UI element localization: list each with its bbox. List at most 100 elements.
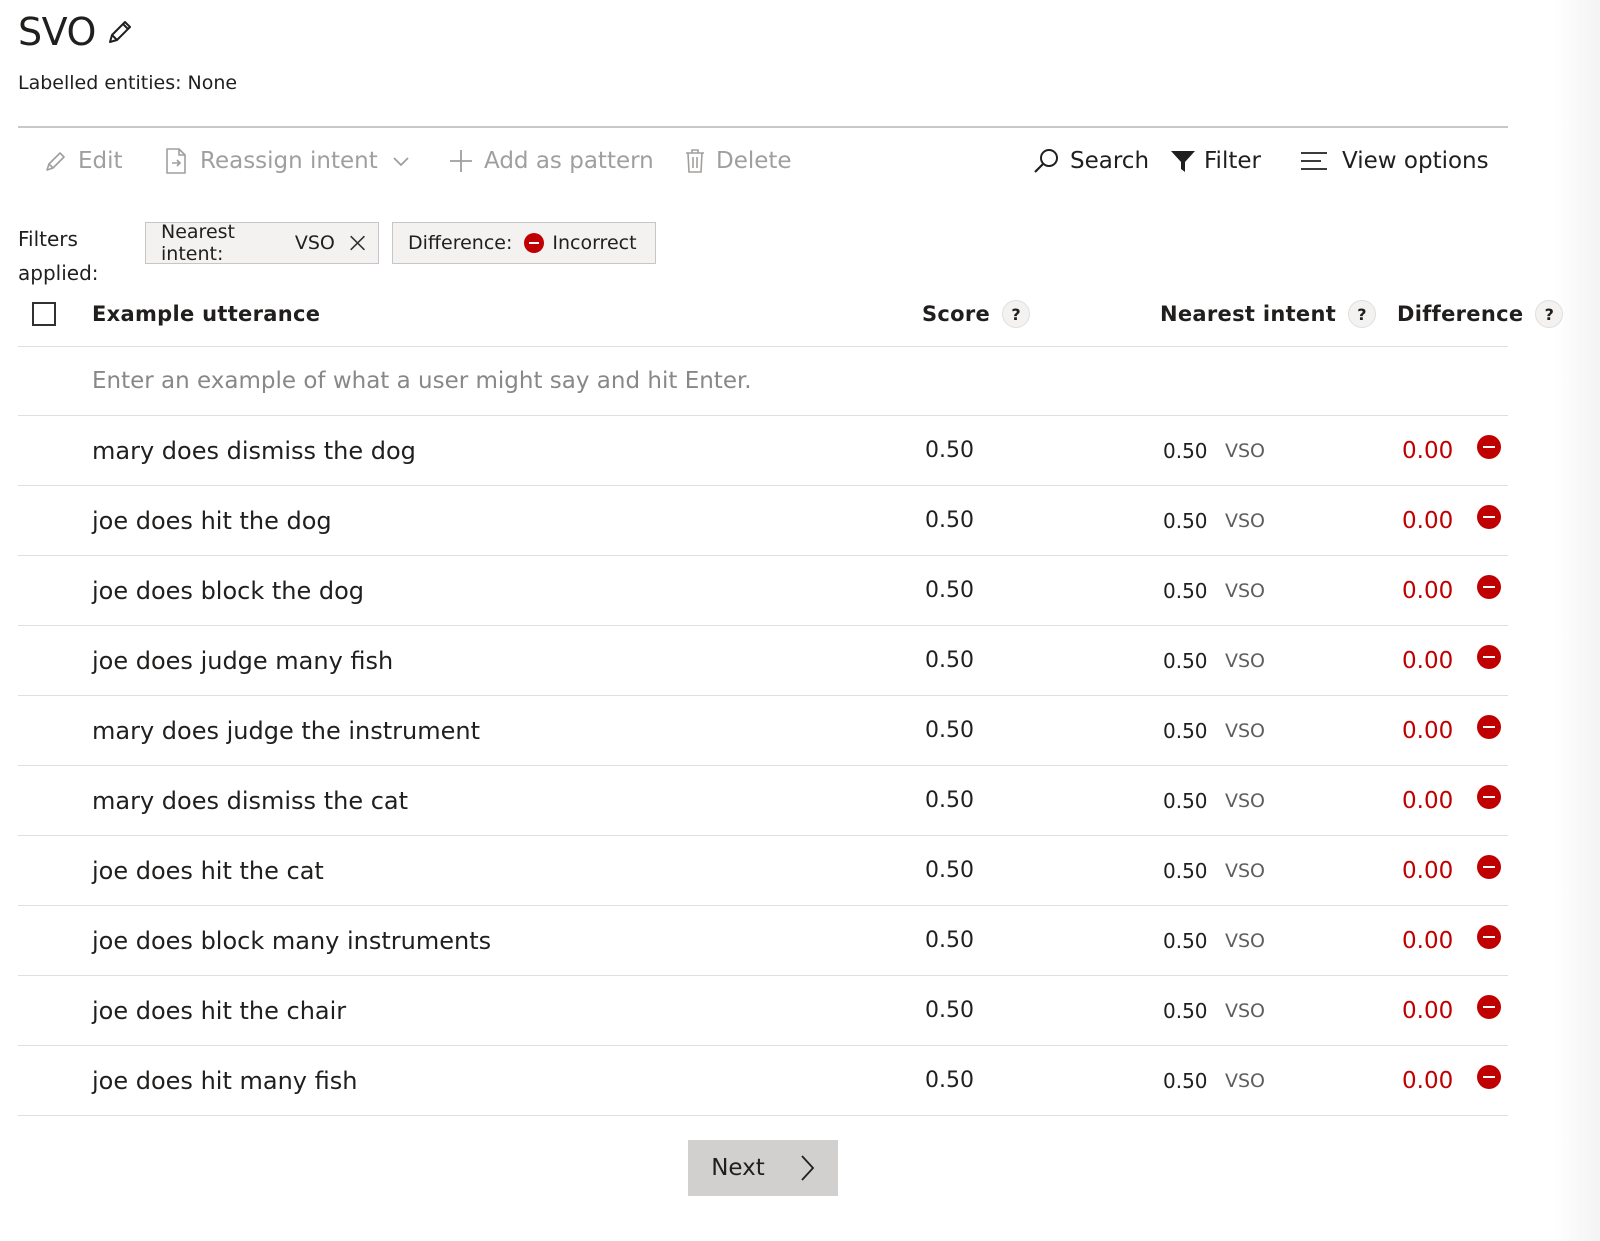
incorrect-icon xyxy=(1477,854,1501,879)
difference-value: 0.00 xyxy=(1402,507,1454,534)
score-value: 0.50 xyxy=(925,718,974,743)
incorrect-icon-cell xyxy=(1477,486,1501,555)
filters-applied-label: Filters applied: xyxy=(18,222,128,290)
utterance-text[interactable]: joe does block the dog xyxy=(92,556,364,625)
chip-value-wrap: Incorrect xyxy=(524,232,637,254)
incorrect-icon-cell xyxy=(1477,1046,1501,1115)
page-title: SVO xyxy=(18,10,96,54)
help-icon[interactable]: ? xyxy=(1002,300,1031,328)
utterance-text[interactable]: joe does judge many fish xyxy=(92,626,393,695)
incorrect-icon xyxy=(1477,574,1501,599)
difference-value: 0.00 xyxy=(1402,927,1454,954)
help-icon[interactable]: ? xyxy=(1348,300,1377,328)
table-row[interactable]: joe does block the dog 0.50 0.50 VSO 0.0… xyxy=(18,556,1508,626)
table-row[interactable]: joe does hit the chair 0.50 0.50 VSO 0.0… xyxy=(18,976,1508,1046)
table-row[interactable]: mary does judge the instrument 0.50 0.50… xyxy=(18,696,1508,766)
column-header-utterance[interactable]: Example utterance xyxy=(92,302,320,326)
utterance-input-row xyxy=(18,347,1508,416)
next-page-button[interactable]: Next xyxy=(688,1140,838,1196)
view-options-button[interactable]: View options xyxy=(1300,136,1489,186)
utterance-text[interactable]: joe does hit the dog xyxy=(92,486,332,555)
delete-button[interactable]: Delete xyxy=(684,136,792,186)
incorrect-icon xyxy=(1477,644,1501,669)
score-value: 0.50 xyxy=(925,788,974,813)
score-value: 0.50 xyxy=(925,928,974,953)
nearest-score-value: 0.50 xyxy=(1163,858,1208,883)
command-bar: Edit Reassign intent Add as pattern Dele… xyxy=(18,136,1508,186)
difference-value: 0.00 xyxy=(1402,857,1454,884)
filters-label-line1: Filters xyxy=(18,227,78,251)
chip-key: Difference: xyxy=(408,232,513,254)
table-row[interactable]: joe does judge many fish 0.50 0.50 VSO 0… xyxy=(18,626,1508,696)
pencil-icon[interactable] xyxy=(106,18,134,46)
chip-value: VSO xyxy=(294,232,335,254)
pencil-icon xyxy=(46,152,65,171)
utterance-text[interactable]: joe does hit the chair xyxy=(92,976,346,1045)
table-header: Example utterance Score ? Nearest intent… xyxy=(18,290,1564,347)
header-label: Score xyxy=(922,302,991,326)
table-row[interactable]: joe does hit the cat 0.50 0.50 VSO 0.00 xyxy=(18,836,1508,906)
nearest-score-value: 0.50 xyxy=(1163,928,1208,953)
incorrect-icon xyxy=(1477,994,1501,1019)
score-value: 0.50 xyxy=(925,508,974,533)
utterance-text[interactable]: mary does judge the instrument xyxy=(92,696,480,765)
incorrect-icon-cell xyxy=(1477,766,1501,835)
reassign-intent-button[interactable]: Reassign intent xyxy=(164,136,410,186)
column-header-score[interactable]: Score ? xyxy=(922,300,1031,328)
help-icon[interactable]: ? xyxy=(1535,300,1564,328)
incorrect-icon-cell xyxy=(1477,906,1501,975)
table-row[interactable]: joe does block many instruments 0.50 0.5… xyxy=(18,906,1508,976)
utterance-text[interactable]: joe does block many instruments xyxy=(92,906,491,975)
incorrect-icon-cell xyxy=(1477,976,1501,1045)
table-row[interactable]: mary does dismiss the cat 0.50 0.50 VSO … xyxy=(18,766,1508,836)
score-value: 0.50 xyxy=(925,438,974,463)
table-row[interactable]: joe does hit many fish 0.50 0.50 VSO 0.0… xyxy=(18,1046,1508,1116)
column-header-difference[interactable]: Difference ? xyxy=(1397,300,1564,328)
next-label: Next xyxy=(711,1155,765,1181)
table-row[interactable]: mary does dismiss the dog 0.50 0.50 VSO … xyxy=(18,416,1508,486)
filter-chip-difference: Difference: Incorrect xyxy=(392,222,656,264)
incorrect-icon xyxy=(1477,924,1501,949)
nearest-intent-value: VSO xyxy=(1225,999,1266,1022)
score-value: 0.50 xyxy=(925,578,974,603)
add-as-pattern-button[interactable]: Add as pattern xyxy=(448,136,654,186)
plus-icon xyxy=(450,150,472,172)
nearest-intent-value: VSO xyxy=(1225,649,1266,672)
filter-label: Filter xyxy=(1204,148,1261,174)
scrollbar-track[interactable] xyxy=(1555,0,1600,1241)
view-options-icon xyxy=(1301,152,1327,170)
nearest-score-value: 0.50 xyxy=(1163,718,1208,743)
utterance-text[interactable]: joe does hit many fish xyxy=(92,1046,357,1115)
close-icon[interactable] xyxy=(349,233,366,253)
labelled-entities: Labelled entities: None xyxy=(18,72,238,94)
utterance-text[interactable]: mary does dismiss the dog xyxy=(92,416,416,485)
score-value: 0.50 xyxy=(925,1068,974,1093)
nearest-intent-value: VSO xyxy=(1225,929,1266,952)
nearest-intent-value: VSO xyxy=(1225,439,1266,462)
incorrect-icon-cell xyxy=(1477,696,1501,765)
nearest-score-value: 0.50 xyxy=(1163,1068,1208,1093)
incorrect-icon xyxy=(1477,504,1501,529)
edit-button[interactable]: Edit xyxy=(44,136,123,186)
utterance-input[interactable] xyxy=(92,361,1092,401)
nearest-intent-value: VSO xyxy=(1225,719,1266,742)
select-all-checkbox[interactable] xyxy=(32,302,56,326)
column-header-nearest-intent[interactable]: Nearest intent ? xyxy=(1160,300,1377,328)
title-row: SVO xyxy=(18,8,134,56)
reassign-label: Reassign intent xyxy=(200,148,378,174)
table-row[interactable]: joe does hit the dog 0.50 0.50 VSO 0.00 xyxy=(18,486,1508,556)
incorrect-icon xyxy=(1477,1064,1501,1089)
filter-icon xyxy=(1171,151,1195,172)
filter-button[interactable]: Filter xyxy=(1170,136,1261,186)
score-value: 0.50 xyxy=(925,648,974,673)
chevron-right-icon xyxy=(801,1155,815,1181)
nearest-score-value: 0.50 xyxy=(1163,578,1208,603)
edit-label: Edit xyxy=(78,148,123,174)
nearest-score-value: 0.50 xyxy=(1163,508,1208,533)
utterance-text[interactable]: mary does dismiss the cat xyxy=(92,766,408,835)
utterance-text[interactable]: joe does hit the cat xyxy=(92,836,324,905)
add-pattern-label: Add as pattern xyxy=(484,148,654,174)
view-options-label: View options xyxy=(1342,148,1489,174)
score-value: 0.50 xyxy=(925,998,974,1023)
search-button[interactable]: Search xyxy=(1032,136,1149,186)
